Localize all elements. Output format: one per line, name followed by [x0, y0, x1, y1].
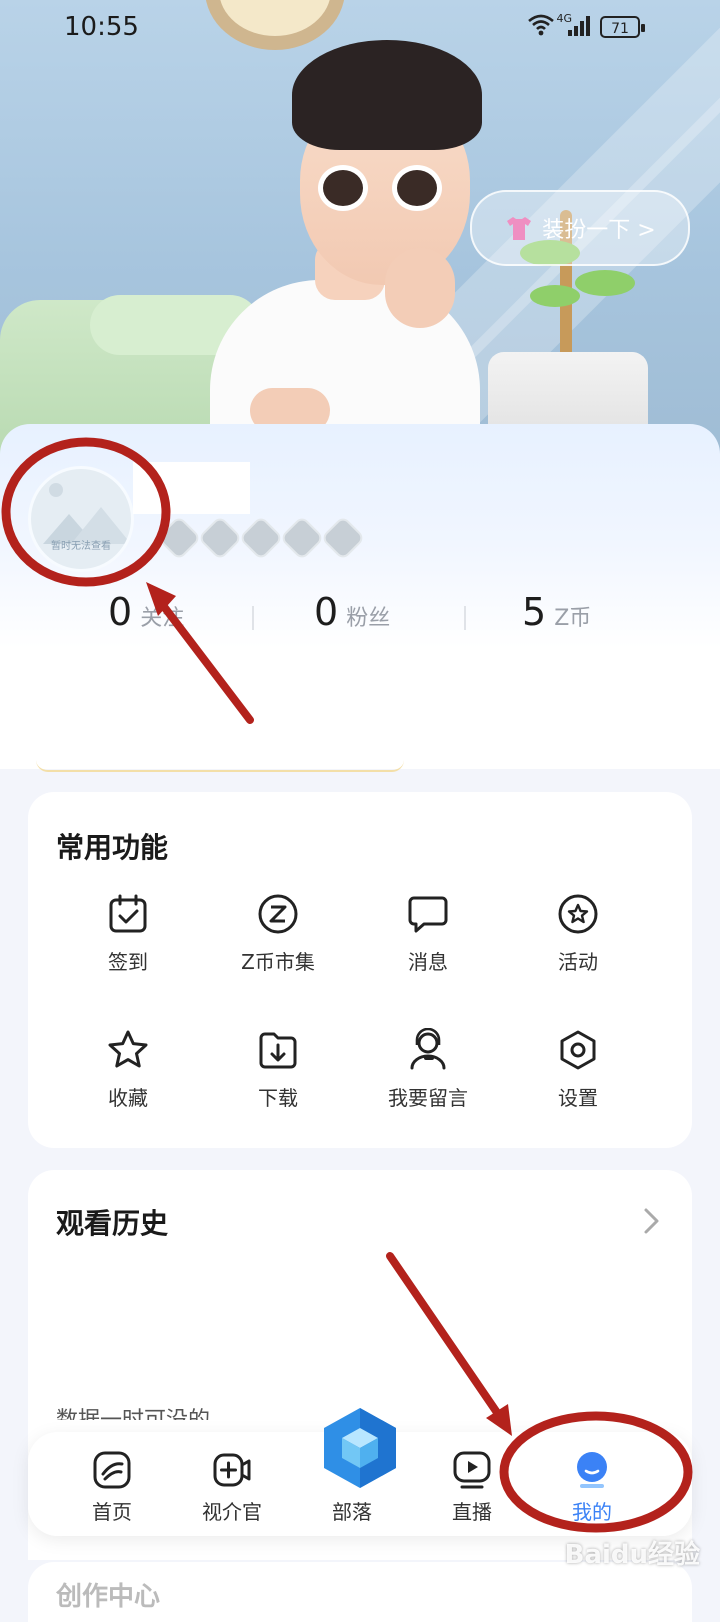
calendar-check-icon	[109, 894, 147, 933]
z-coin-icon	[258, 894, 298, 934]
stat-label: 关注	[140, 606, 185, 631]
stat-z-coins[interactable]: 5 Z币	[522, 590, 591, 634]
badge-icon[interactable]	[156, 515, 202, 561]
badge-icon[interactable]	[279, 515, 325, 561]
badge-row[interactable]	[156, 515, 366, 561]
hero-banner: 装扮一下 >	[0, 0, 720, 470]
func-activities[interactable]: 活动	[508, 892, 648, 975]
username-placeholder	[133, 462, 250, 514]
func-messages[interactable]: 消息	[358, 892, 498, 975]
creator-center-card[interactable]: 创作中心	[28, 1562, 692, 1622]
tab-label: 视介官	[202, 1500, 262, 1524]
settings-hexagon-icon	[560, 1030, 596, 1070]
cube-icon[interactable]	[318, 1406, 402, 1490]
watermark: Baidu经验	[564, 1540, 700, 1570]
tab-label: 部落	[332, 1500, 372, 1524]
tab-live[interactable]: 直播	[412, 1432, 532, 1536]
star-icon	[108, 1030, 148, 1068]
battery-indicator: 71	[600, 16, 645, 38]
stat-value: 0	[108, 590, 133, 634]
tab-label: 首页	[92, 1500, 132, 1524]
func-label: 消息	[408, 950, 448, 974]
func-label: 我要留言	[388, 1086, 468, 1110]
tab-home[interactable]: 首页	[52, 1432, 172, 1536]
dress-up-button[interactable]: 装扮一下 >	[470, 190, 690, 266]
signal-icon	[568, 16, 590, 36]
chat-bubble-icon	[408, 896, 448, 933]
stat-divider	[464, 606, 466, 630]
common-functions-card: 常用功能 签到 Z币市集 消息 活动 收藏 下载 我要留言 设置	[28, 792, 692, 1148]
section-title: 创作中心	[56, 1582, 161, 1612]
stat-value: 5	[522, 590, 547, 634]
dress-up-label: 装扮一下 >	[542, 218, 656, 243]
stat-value: 0	[314, 590, 339, 634]
func-label: 签到	[108, 950, 148, 974]
chevron-right-icon[interactable]	[638, 1206, 664, 1236]
profile-stats: 0 关注 0 粉丝 5 Z币	[0, 590, 720, 650]
status-time: 10:55	[64, 12, 139, 42]
func-label: 下载	[258, 1086, 298, 1110]
func-label: 收藏	[108, 1086, 148, 1110]
stat-label: 粉丝	[346, 606, 391, 631]
func-settings[interactable]: 设置	[508, 1028, 648, 1111]
stat-label: Z币	[554, 606, 592, 631]
section-title: 观看历史	[56, 1207, 169, 1240]
status-bar: 10:55 4G 71	[0, 0, 720, 56]
stat-fans[interactable]: 0 粉丝	[314, 590, 390, 634]
video-plus-icon	[213, 1453, 251, 1487]
headset-icon	[410, 1028, 446, 1070]
func-label: 设置	[558, 1086, 598, 1110]
download-folder-icon	[259, 1032, 297, 1069]
avatar-caption: 暂时无法查看	[51, 541, 111, 552]
func-z-coin-market[interactable]: Z币市集	[208, 892, 348, 975]
func-feedback[interactable]: 我要留言	[358, 1028, 498, 1111]
func-favorites[interactable]: 收藏	[58, 1028, 198, 1111]
home-icon	[93, 1451, 131, 1489]
badge-icon[interactable]	[320, 515, 366, 561]
profile-icon	[577, 1452, 607, 1488]
tab-me[interactable]: 我的	[532, 1432, 652, 1536]
wifi-icon	[528, 14, 554, 36]
func-label: Z币市集	[241, 950, 315, 974]
func-sign-in[interactable]: 签到	[58, 892, 198, 975]
tab-label: 直播	[452, 1500, 492, 1524]
tab-label: 我的	[572, 1500, 612, 1524]
func-download[interactable]: 下载	[208, 1028, 348, 1111]
func-label: 活动	[558, 950, 598, 974]
live-play-icon	[453, 1451, 491, 1489]
star-badge-icon	[558, 894, 598, 934]
avatar[interactable]: 暂时无法查看	[28, 466, 134, 572]
history-peek-text: 数据一时可没的	[56, 1402, 210, 1420]
stat-following[interactable]: 0 关注	[108, 590, 184, 634]
badge-icon[interactable]	[238, 515, 284, 561]
stat-divider	[252, 606, 254, 630]
badge-icon[interactable]	[197, 515, 243, 561]
shirt-icon	[507, 217, 532, 240]
section-title: 常用功能	[56, 831, 169, 864]
tab-video-officer[interactable]: 视介官	[172, 1432, 292, 1536]
